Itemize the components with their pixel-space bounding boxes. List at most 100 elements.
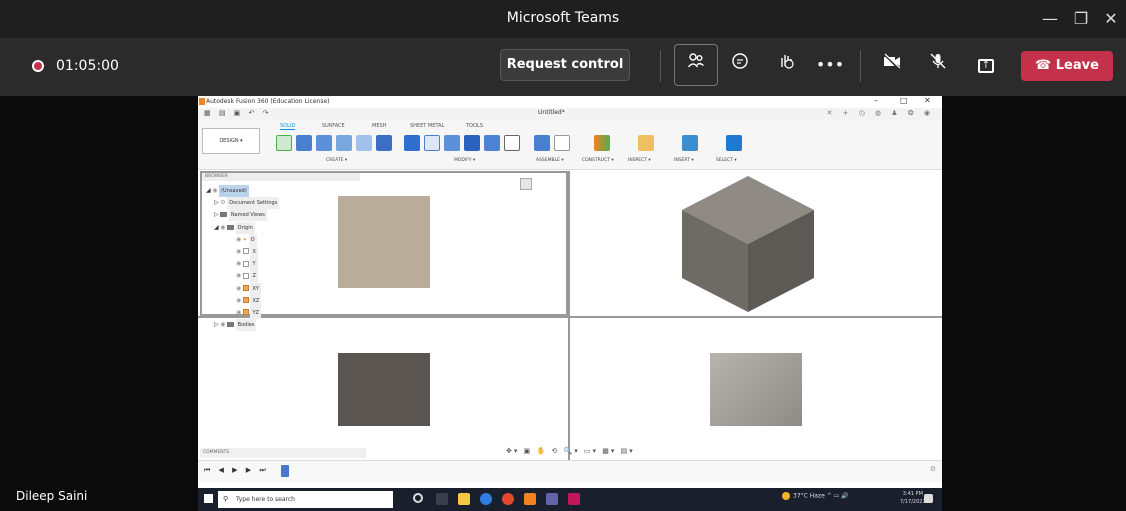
tree-item-y-axis: ◉ Y [206,258,316,271]
inspect-group-label: INSPECT ▾ [628,158,651,163]
weather-text: 37°C Haze [793,492,825,500]
revolve-icon [316,135,332,151]
participant-name: Dileep Saini [16,489,88,503]
request-control-button[interactable]: Request control [500,49,630,81]
windows-taskbar: ⚲ Type here to search 37°C Haze ^ ▭ 🔊 3:… [198,488,942,511]
fillet-icon [424,135,440,151]
tree-item-document-settings: ▷ ⚙ Document Settings [206,197,316,210]
isometric-cube [682,176,814,312]
x-axis-label: X [250,245,258,258]
document-settings-label: Document Settings [227,197,280,210]
tree-item-yz-plane: ◉ YZ [206,306,316,319]
cortana-icon [413,493,423,503]
system-tray: 37°C Haze ^ ▭ 🔊 [782,492,849,500]
fusion-quick-access-bar: ▦ ▤ ▣ ↶ ↷ Untitled* ✕ + ◷ ◍ ♟ ❂ ◉ [198,108,942,120]
restore-icon[interactable]: ❐ [1066,6,1096,32]
taskbar-clock: 3:41 PM 7/17/2021 [900,490,926,506]
timeline-marker-icon [281,465,289,477]
chamfer-icon [444,135,460,151]
mic-toggle-button[interactable] [920,48,956,82]
z-axis-label: Z [250,270,258,283]
comments-label: COMMENTS [203,450,230,455]
minimize-icon[interactable]: — [1035,6,1065,32]
loft-icon [356,135,372,151]
call-timer: 01:05:00 [56,58,119,74]
browser-tree: ◢ ◉ (Unsaved) ▷ ⚙ Document Settings ▷ Na… [206,185,316,332]
tree-item-origin: ◢ ◉ Origin [206,221,316,234]
folder-icon [220,212,228,218]
box-front-view [338,353,430,426]
taskbar-search-box: ⚲ Type here to search [218,491,393,508]
move-icon [504,135,520,151]
reactions-button[interactable] [768,48,804,82]
tab-tools: TOOLS [466,123,483,129]
browser-header: BROWSER [202,173,360,181]
tree-root-label: (Unsaved) [219,185,249,197]
fusion-account-icons: ✕ + ◷ ◍ ♟ ❂ ◉ [826,109,934,117]
select-icon [726,135,742,151]
tab-sheet-metal: SHEET METAL [410,123,445,129]
press-pull-icon [404,135,420,151]
shell-icon [464,135,480,151]
chat-button[interactable] [722,48,758,82]
leave-label: Leave [1055,58,1099,73]
close-icon[interactable]: ✕ [1096,6,1126,32]
insert-image-icon [682,135,698,151]
share-tray-icon: ↑ [978,58,994,73]
create-sketch-icon [276,135,292,151]
camera-off-icon [883,53,901,70]
box-icon [376,135,392,151]
search-icon: ⚲ [223,495,229,503]
measure-icon [638,135,654,151]
raise-hand-icon [781,55,794,69]
new-component-icon [534,135,550,151]
folder-icon [227,224,235,230]
fusion-toolbar: DESIGN ▾ SOLID SURFACE MESH SHEET METAL … [198,120,942,170]
title-bar: Microsoft Teams — ❐ ✕ [0,0,1126,38]
windows-start-icon [204,494,213,503]
construct-group-label: CONSTRUCT ▾ [582,158,614,163]
fusion-maximize-icon: □ [900,96,908,105]
navigation-bar-icons: ✥▾ ▣ ✋ ⟲ 🔍▾ ▭▾ ▦▾ ▤▾ [506,447,635,455]
phone-hangup-icon: ☎ [1035,58,1056,73]
teams-taskbar-icon [546,493,558,505]
task-view-icon [436,493,448,505]
fusion-close-icon: ✕ [924,96,931,105]
chat-icon [732,53,748,69]
xz-plane-label: XZ [250,294,262,307]
divider [660,50,661,82]
tree-item-z-axis: ◉ Z [206,270,316,283]
weather-icon [782,492,790,500]
tree-item-x-axis: ◉ X [206,245,316,258]
fusion-title-bar: Autodesk Fusion 360 (Education License) … [198,96,942,108]
bodies-label: Bodies [235,319,257,332]
edge-icon [480,493,492,505]
tab-mesh: MESH [372,123,387,129]
yz-plane-label: YZ [250,306,261,319]
quick-access-icons: ▦ ▤ ▣ ↶ ↷ [204,109,272,117]
comments-panel: COMMENTS [200,448,366,458]
taskbar-search-placeholder: Type here to search [236,496,295,503]
chrome-icon [502,493,514,505]
insert-group-label: INSERT ▾ [674,158,694,163]
y-axis-label: Y [250,258,258,271]
timeline-settings-icon: ⚙ [929,465,936,473]
fusion-minimize-icon: – [874,96,878,105]
offset-plane-icon [594,135,610,151]
fusion-taskbar-icon [524,493,536,505]
more-actions-button[interactable]: ••• [812,48,848,82]
tree-item-bodies: ▷ ◉ Bodies [206,319,316,332]
participants-button[interactable] [674,44,718,86]
share-button[interactable]: ↑ [968,48,1004,82]
teams-meeting-window: Microsoft Teams — ❐ ✕ 01:05:00 Request c… [0,0,1126,511]
recording-icon [32,60,44,72]
tab-surface: SURFACE [322,123,345,129]
fusion-document-tab: Untitled* [538,109,565,116]
camera-toggle-button[interactable] [874,48,910,82]
select-group-label: SELECT ▾ [716,158,737,163]
leave-button[interactable]: ☎ Leave [1021,51,1113,81]
viewcube-icon [520,178,532,190]
browser-title: BROWSER [205,174,229,179]
origin-label: Origin [235,221,255,234]
fusion-logo-icon [199,98,205,105]
